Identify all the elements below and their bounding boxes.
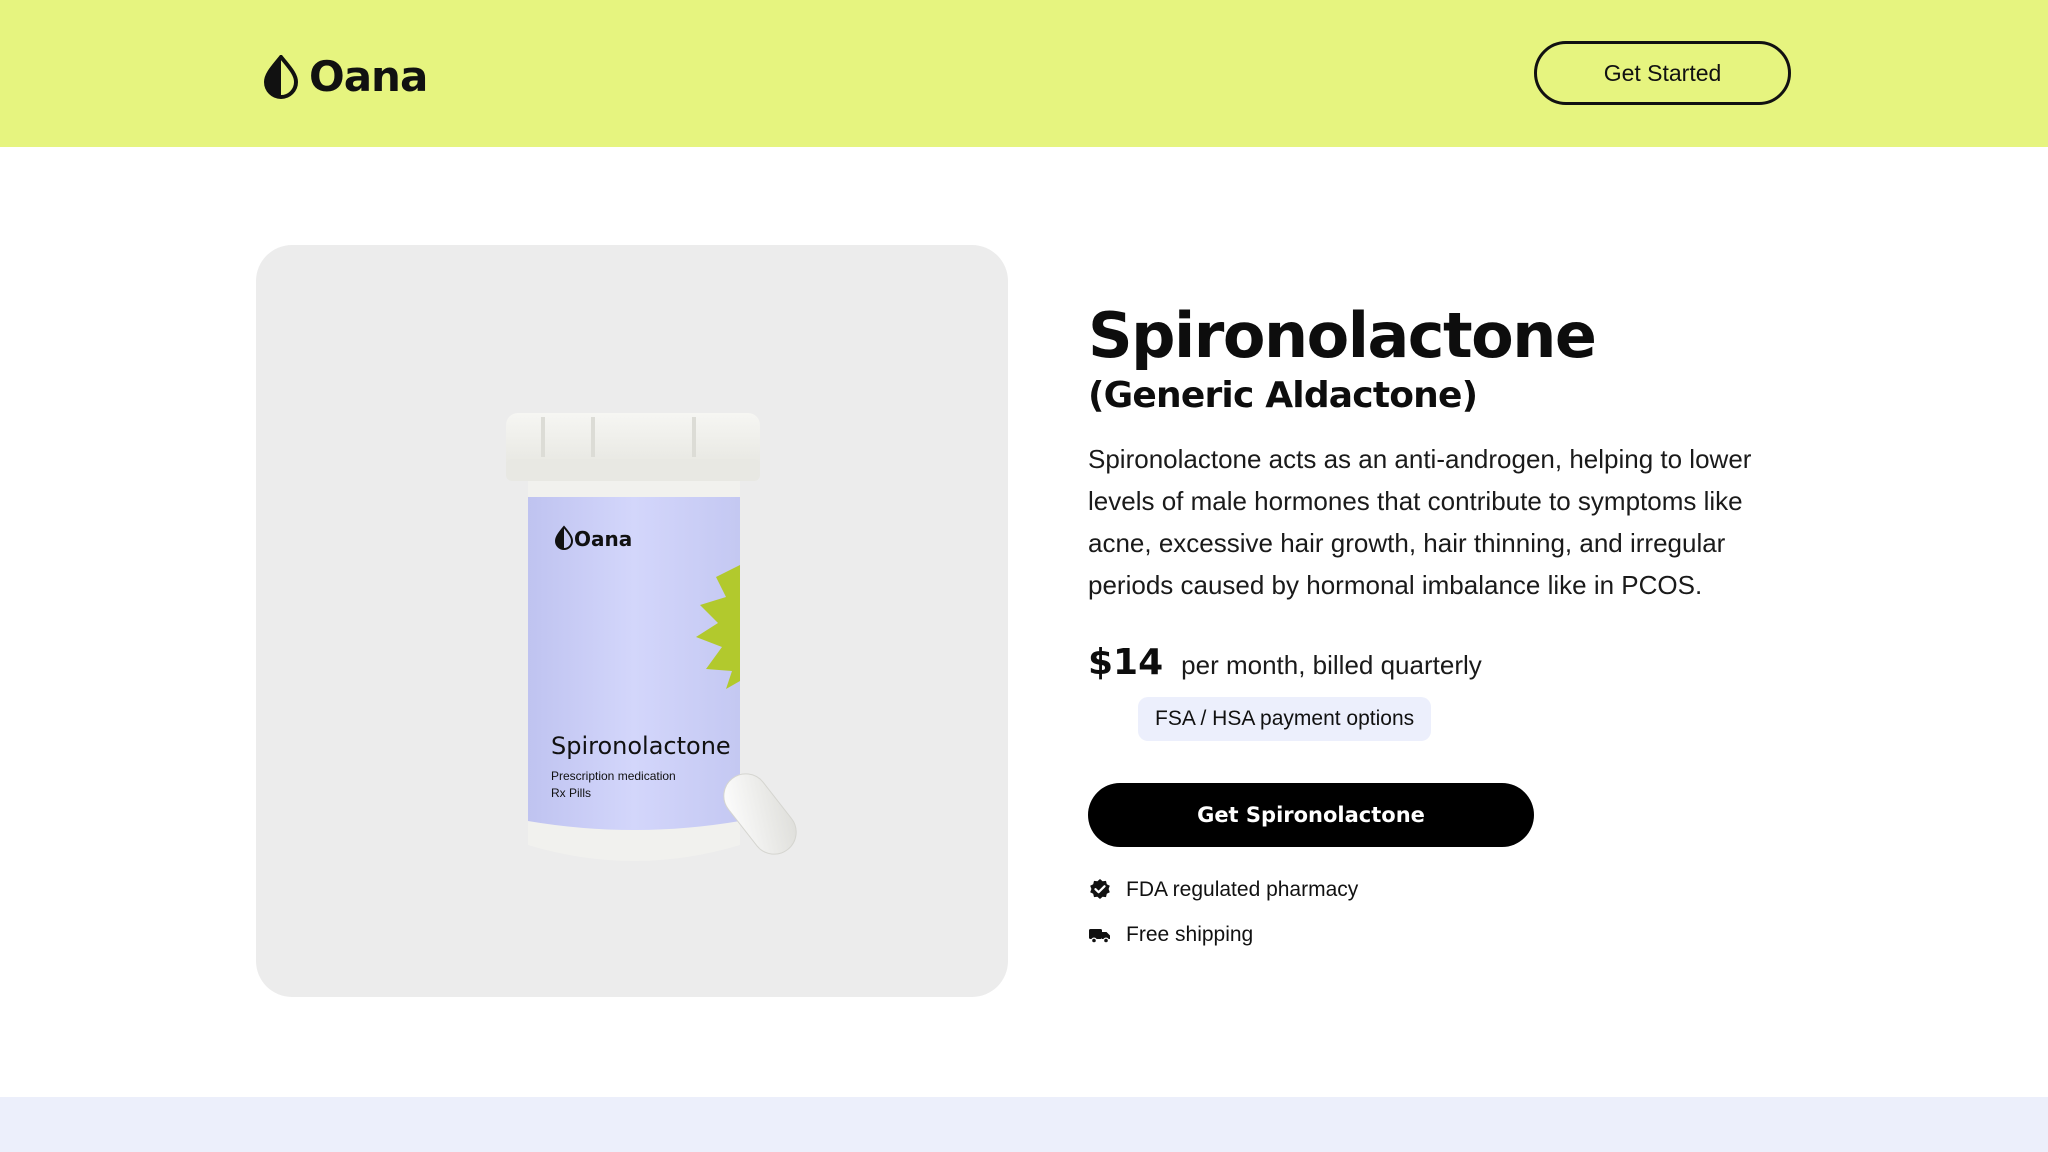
payment-options-badge: FSA / HSA payment options	[1138, 697, 1432, 742]
product-subtitle: (Generic Aldactone)	[1088, 375, 1478, 417]
drop-logo-icon	[263, 54, 299, 99]
verified-badge-icon	[1090, 879, 1110, 899]
site-header: Oana Get Started	[0, 0, 2048, 147]
bottle-brand: Oana	[574, 527, 632, 551]
get-started-button[interactable]: Get Started	[1534, 41, 1791, 105]
brand-name: Oana	[309, 52, 428, 101]
bottle-label-line2: Rx Pills	[551, 786, 591, 800]
product-info: Spironolactone (Generic Aldactone) Spiro…	[1088, 299, 1808, 946]
bottle-label-line1: Prescription medication	[551, 769, 676, 783]
feature-fda: FDA regulated pharmacy	[1088, 878, 1358, 902]
feature-label: FDA regulated pharmacy	[1126, 878, 1359, 901]
product-title: Spironolactone	[1088, 299, 1597, 372]
logo[interactable]: Oana	[263, 52, 428, 101]
bottle-label-name: Spironolactone	[551, 732, 731, 760]
product-image-card: Oana Spironolactone Prescription medicat…	[256, 245, 1008, 997]
feature-shipping: Free shipping	[1088, 923, 1253, 947]
price-row: $14 per month, billed quarterly	[1088, 642, 1808, 683]
product-description: Spironolactone acts as an anti-androgen,…	[1088, 444, 1752, 601]
get-spironolactone-button[interactable]: Get Spironolactone	[1088, 783, 1534, 847]
footer-section-band	[0, 1097, 2048, 1152]
feature-label: Free shipping	[1126, 923, 1254, 946]
price-note: per month, billed quarterly	[1181, 650, 1482, 681]
truck-icon	[1089, 929, 1110, 944]
price: $14	[1088, 642, 1164, 684]
pill-bottle-image: Oana Spironolactone Prescription medicat…	[506, 413, 797, 861]
